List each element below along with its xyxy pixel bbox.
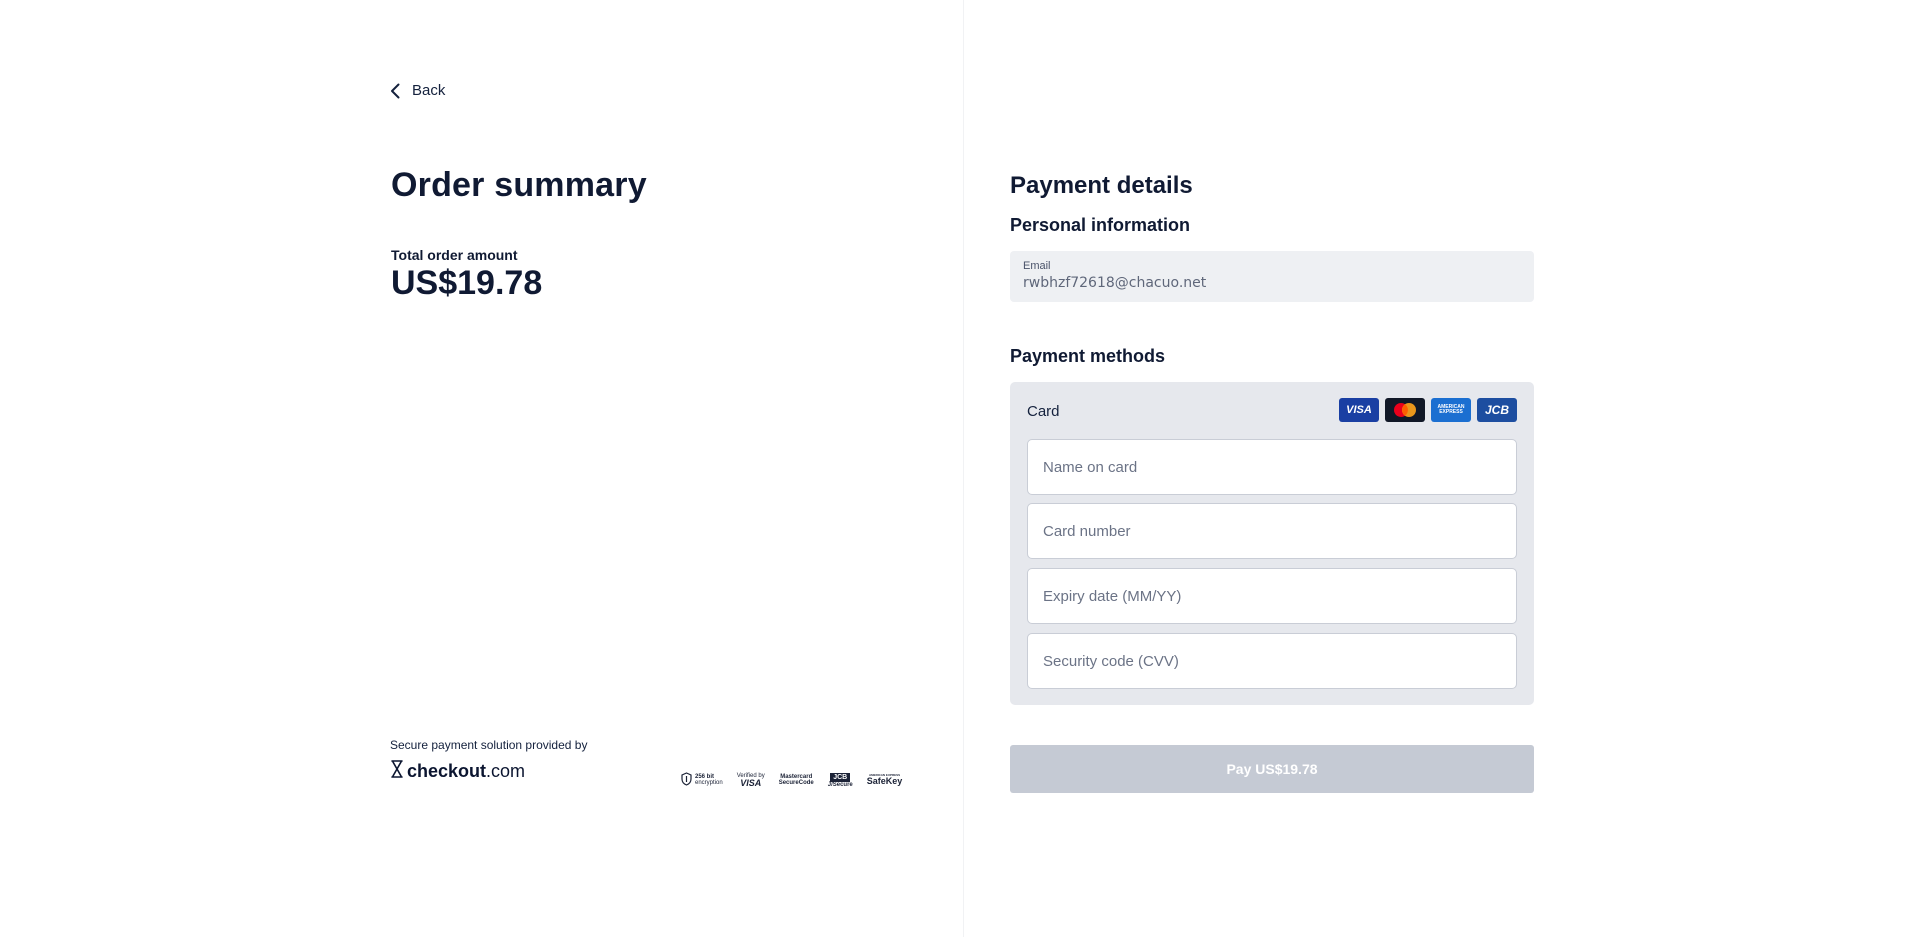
mc-badge-bottom: SecureCode [778,780,814,786]
amex-safekey-badge: AMERICAN EXPRESS SafeKey [867,774,903,786]
chevron-left-icon [390,83,400,99]
payment-details-title: Payment details [1010,172,1193,199]
encryption-badge-bottom: encryption [695,780,723,786]
back-button[interactable]: Back [390,82,445,99]
jcb-icon: JCB [1477,398,1517,422]
brand-name: checkout [407,761,487,781]
email-value: rwbhzf72618@chacuo.net [1023,275,1207,291]
checkout-page: Back Order summary Total order amount US… [0,0,1920,937]
email-label: Email [1023,260,1051,272]
mastercard-icon [1385,398,1425,422]
order-summary-title: Order summary [391,166,647,204]
expiry-date-input[interactable] [1027,568,1517,624]
card-method-label: Card [1027,403,1060,420]
visa-badge-bottom: VISA [740,777,762,788]
personal-information-title: Personal information [1010,215,1191,235]
checkout-brand-logo: checkout.com [390,760,525,783]
security-code-input[interactable] [1027,633,1517,689]
jcb-badge-bottom: J/Secure [827,781,853,788]
jcb-badge-top: JCB [830,772,851,782]
secure-payment-text: Secure payment solution provided by [390,738,588,752]
card-brand-list: VISA AMERICAN EXPRESS JCB [1339,398,1517,422]
payment-methods-title: Payment methods [1010,346,1166,366]
pay-button[interactable]: Pay US$19.78 [1010,745,1534,793]
jcb-jsecure-badge: JCB J/Secure [827,772,853,788]
name-on-card-input[interactable] [1027,439,1517,495]
amex-icon: AMERICAN EXPRESS [1431,398,1471,422]
checkout-logo-icon [390,760,404,783]
total-order-amount: US$19.78 [391,264,543,302]
brand-suffix: .com [486,761,526,781]
encryption-badge: 256 bit encryption [681,772,723,788]
visa-icon: VISA [1339,398,1379,422]
order-summary-panel: Back Order summary Total order amount US… [0,0,963,937]
verified-by-visa-badge: Verified by VISA [737,773,765,788]
mastercard-securecode-badge: Mastercard SecureCode [779,774,814,786]
back-label: Back [412,82,446,99]
email-field[interactable]: Email rwbhzf72618@chacuo.net [1010,251,1534,302]
total-order-label: Total order amount [391,247,518,263]
card-payment-method: Card VISA AMERICAN EXPRESS JCB [1010,382,1534,705]
safekey-badge-bottom: SafeKey [866,776,903,786]
trust-badges: 256 bit encryption Verified by VISA Mast… [681,772,902,788]
card-number-input[interactable] [1027,503,1517,559]
shield-icon [681,772,692,788]
